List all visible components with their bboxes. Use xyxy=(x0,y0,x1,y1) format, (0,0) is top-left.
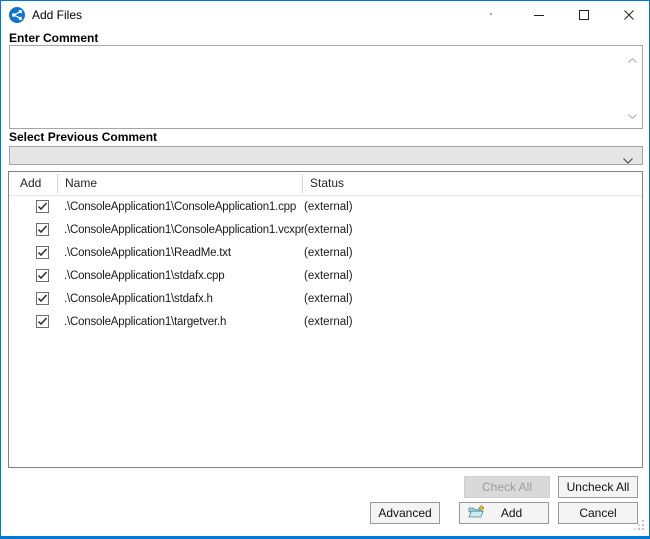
add-button-label: Add xyxy=(485,506,538,520)
titlebar-dot xyxy=(490,13,492,15)
minimize-icon xyxy=(534,10,544,20)
check-icon xyxy=(37,293,48,304)
check-icon xyxy=(37,316,48,327)
previous-comment-label: Select Previous Comment xyxy=(9,130,157,144)
file-row[interactable]: .\ConsoleApplication1\targetver.h (exter… xyxy=(9,311,642,334)
file-checkbox[interactable] xyxy=(36,200,49,213)
file-row[interactable]: .\ConsoleApplication1\stdafx.h (external… xyxy=(9,288,642,311)
file-status: (external) xyxy=(304,270,357,282)
file-status: (external) xyxy=(304,316,357,328)
enter-comment-label: Enter Comment xyxy=(9,31,98,45)
maximize-icon xyxy=(579,10,589,20)
minimize-button[interactable] xyxy=(516,1,561,29)
file-checkbox[interactable] xyxy=(36,246,49,259)
file-row[interactable]: .\ConsoleApplication1\ReadMe.txt (extern… xyxy=(9,242,642,265)
comment-textarea[interactable] xyxy=(9,45,643,129)
cancel-button[interactable]: Cancel xyxy=(558,502,638,524)
file-row[interactable]: .\ConsoleApplication1\stdafx.cpp (extern… xyxy=(9,265,642,288)
file-checkbox[interactable] xyxy=(36,315,49,328)
file-row[interactable]: .\ConsoleApplication1\ConsoleApplication… xyxy=(9,196,642,219)
file-status: (external) xyxy=(304,247,357,259)
resize-grip[interactable] xyxy=(634,520,645,534)
check-all-button: Check All xyxy=(464,476,550,498)
column-header-name[interactable]: Name xyxy=(65,176,97,190)
file-name: .\ConsoleApplication1\ConsoleApplication… xyxy=(64,224,313,236)
check-icon xyxy=(37,224,48,235)
file-status: (external) xyxy=(304,224,357,236)
file-name: .\ConsoleApplication1\stdafx.h xyxy=(64,293,213,305)
file-name: .\ConsoleApplication1\stdafx.cpp xyxy=(64,270,224,282)
file-row[interactable]: .\ConsoleApplication1\ConsoleApplication… xyxy=(9,219,642,242)
add-button[interactable]: Add xyxy=(459,502,549,524)
column-header-status[interactable]: Status xyxy=(310,176,344,190)
close-icon xyxy=(624,10,634,20)
advanced-button[interactable]: Advanced xyxy=(370,502,440,524)
uncheck-all-button[interactable]: Uncheck All xyxy=(558,476,638,498)
file-name: .\ConsoleApplication1\targetver.h xyxy=(64,316,226,328)
file-list-body: .\ConsoleApplication1\ConsoleApplication… xyxy=(9,196,642,467)
file-checkbox[interactable] xyxy=(36,269,49,282)
column-header-add[interactable]: Add xyxy=(20,176,41,190)
file-name: .\ConsoleApplication1\ConsoleApplication… xyxy=(64,201,296,213)
previous-comment-dropdown[interactable] xyxy=(9,146,643,165)
file-list: Add Name Status .\ConsoleApplication1\Co… xyxy=(8,171,643,468)
file-checkbox[interactable] xyxy=(36,292,49,305)
window-title: Add Files xyxy=(32,8,82,22)
check-icon xyxy=(37,247,48,258)
chevron-down-icon xyxy=(623,153,633,167)
file-name: .\ConsoleApplication1\ReadMe.txt xyxy=(64,247,231,259)
titlebar: Add Files xyxy=(1,1,649,29)
check-icon xyxy=(37,201,48,212)
close-button[interactable] xyxy=(606,1,650,29)
app-share-icon xyxy=(9,7,25,23)
scroll-down-icon[interactable] xyxy=(628,108,637,122)
comment-scrollbar[interactable] xyxy=(624,47,641,127)
file-list-header: Add Name Status xyxy=(9,172,642,196)
column-separator[interactable] xyxy=(302,174,303,193)
scroll-up-icon[interactable] xyxy=(628,52,637,66)
file-checkbox[interactable] xyxy=(36,223,49,236)
column-separator[interactable] xyxy=(57,174,58,193)
maximize-button[interactable] xyxy=(561,1,606,29)
file-status: (external) xyxy=(304,293,357,305)
open-folder-plus-icon xyxy=(468,504,485,522)
add-files-dialog: Add Files Enter Comment Select Previous … xyxy=(0,0,650,539)
file-status: (external) xyxy=(304,201,357,213)
check-icon xyxy=(37,270,48,281)
